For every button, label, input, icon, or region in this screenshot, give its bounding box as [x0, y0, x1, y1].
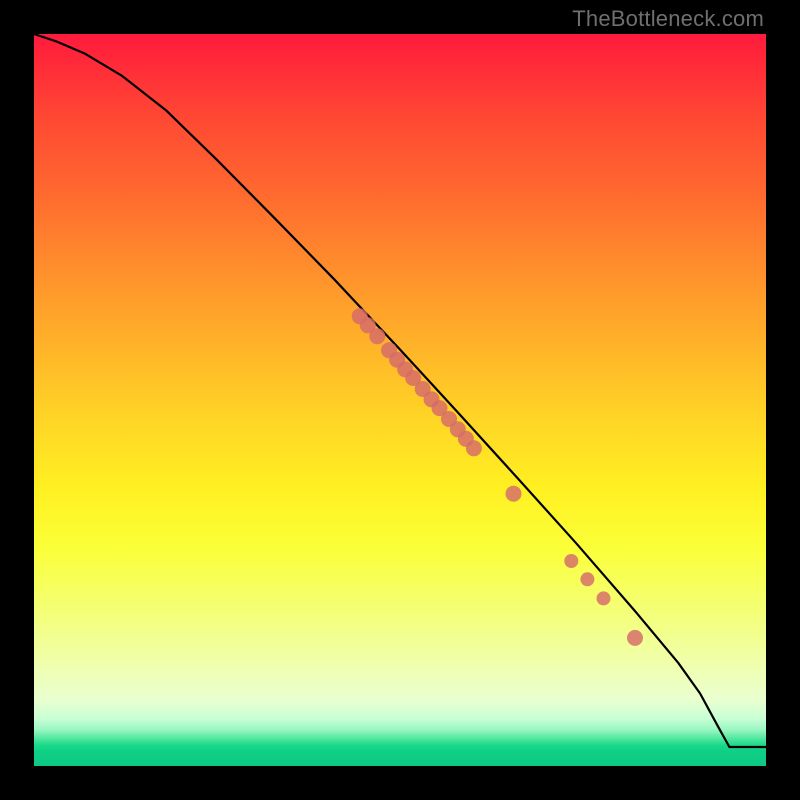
chart-dot	[369, 328, 385, 344]
watermark-text: TheBottleneck.com	[572, 6, 764, 32]
chart-dots-group	[352, 308, 643, 646]
chart-dot	[506, 486, 522, 502]
chart-dot	[564, 554, 578, 568]
chart-overlay-svg	[34, 34, 766, 766]
chart-dot	[580, 572, 594, 586]
chart-dot	[597, 591, 611, 605]
chart-dot	[466, 440, 482, 456]
chart-curve	[34, 34, 766, 747]
chart-dot	[627, 630, 643, 646]
chart-stage: TheBottleneck.com	[0, 0, 800, 800]
